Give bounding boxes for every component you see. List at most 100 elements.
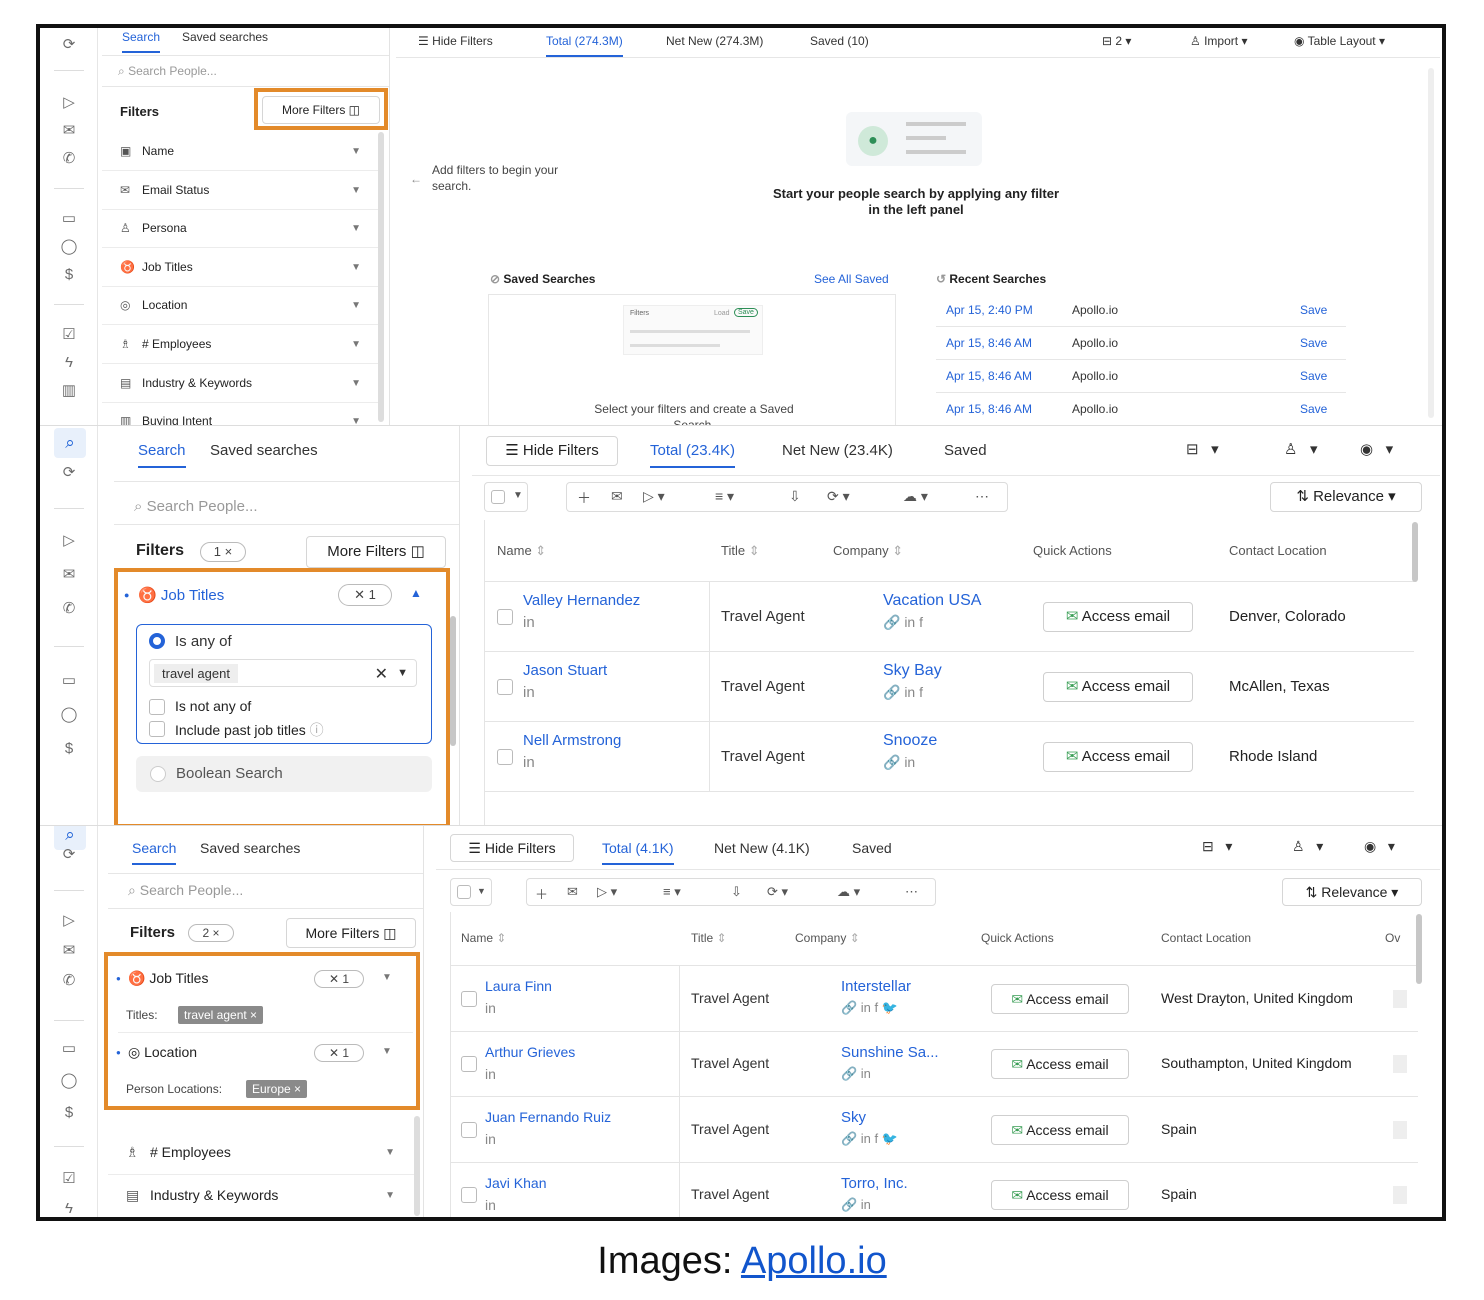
row-checkbox[interactable] [461, 1187, 477, 1204]
phone-icon[interactable]: ✆ [40, 150, 98, 168]
recent-search-row[interactable]: Apr 15, 8:46 AM Apollo.io Save [936, 360, 1346, 393]
sync-icon[interactable]: ⟳ [40, 464, 98, 482]
chevron-down-icon[interactable]: ▼ [351, 378, 361, 389]
tab-net-new[interactable]: Net New (23.4K) [782, 442, 893, 459]
filter-row[interactable]: ▣ Name ▼ [102, 132, 381, 171]
recent-search-row[interactable]: Apr 15, 8:46 AM Apollo.io Save [936, 393, 1346, 425]
chevron-down-icon[interactable]: ▼ [351, 146, 361, 157]
recent-search-row[interactable]: Apr 15, 8:46 AM Apollo.io Save [936, 327, 1346, 360]
phone-icon[interactable]: ✆ [40, 972, 98, 990]
relevance-sort[interactable]: ⇅ Relevance ▾ [1282, 878, 1422, 906]
chevron-down-icon[interactable]: ▼ [351, 223, 361, 234]
mail-icon[interactable]: ✉ [40, 122, 98, 140]
bolt-icon[interactable]: ϟ [40, 354, 98, 372]
mail-icon[interactable]: ✉ [40, 942, 98, 960]
lists-button[interactable]: ⊟ 2 ▾ [1102, 34, 1131, 48]
column-header[interactable]: Name ⇕ [497, 543, 546, 559]
linkedin-icon[interactable]: in [523, 754, 535, 771]
contact-name-link[interactable]: Laura Finn [485, 978, 552, 994]
filter-row[interactable]: ♉ Job Titles ▼ [102, 248, 381, 287]
list-icon[interactable]: ≡ ▾ [663, 884, 681, 900]
access-email-button[interactable]: ✉ Access email [991, 1049, 1129, 1080]
dollar-icon[interactable]: $ [40, 266, 98, 284]
task-icon[interactable]: ☑ [40, 1170, 98, 1188]
linkedin-icon[interactable]: in [523, 614, 535, 631]
dollar-icon[interactable]: $ [40, 1104, 98, 1122]
lists-button[interactable]: ⊟ ▾ [1186, 440, 1219, 458]
chevron-down-icon[interactable]: ▼ [385, 1147, 395, 1158]
hide-filters-button[interactable]: ☰ Hide Filters [486, 436, 618, 466]
task-icon[interactable]: ☑ [40, 326, 98, 344]
search-input[interactable]: ⌕ Search People... [118, 64, 217, 79]
calendar-icon[interactable]: ▭ [40, 672, 98, 690]
calendar-icon[interactable]: ▭ [40, 1040, 98, 1058]
dollar-icon[interactable]: $ [40, 740, 98, 758]
search-input[interactable]: ⌕ Search People... [134, 498, 257, 515]
contact-name-link[interactable]: Javi Khan [485, 1175, 546, 1191]
column-header[interactable]: Name ⇕ [461, 931, 506, 945]
import-button[interactable]: ♙ ▾ [1292, 838, 1323, 855]
tab-search[interactable]: Search [138, 442, 186, 468]
filter-row[interactable]: ♗ # Employees ▼ [108, 1132, 415, 1175]
save-link[interactable]: Save [1300, 303, 1327, 317]
import-button[interactable]: ♙ Import ▾ [1190, 34, 1247, 48]
mail-icon[interactable]: ✉ [40, 566, 98, 584]
company-link[interactable]: Sky [841, 1109, 866, 1126]
sequence-icon[interactable]: ▷ ▾ [597, 884, 617, 900]
apollo-link[interactable]: Apollo.io [741, 1240, 887, 1282]
select-all-dropdown[interactable]: ▼ [484, 482, 528, 512]
company-link[interactable]: Interstellar [841, 978, 911, 995]
company-link[interactable]: Snooze [883, 732, 937, 750]
column-header[interactable]: Title ⇕ [721, 543, 760, 559]
row-checkbox[interactable] [461, 1121, 477, 1138]
cloud-icon[interactable]: ☁ ▾ [837, 884, 860, 900]
search-input[interactable]: ⌕ Search People... [128, 882, 243, 899]
filter-row[interactable]: ▥Buying Intent▼ [108, 1218, 415, 1221]
company-link[interactable]: Sky Bay [883, 662, 942, 680]
access-email-button[interactable]: ✉ Access email [991, 983, 1129, 1014]
export-icon[interactable]: ⇩ [789, 488, 801, 505]
calendar-icon[interactable]: ▭ [40, 210, 98, 228]
list-icon[interactable]: ≡ ▾ [715, 488, 734, 505]
chat-icon[interactable]: ◯ [40, 706, 98, 724]
company-social-links[interactable]: 🔗 in f 🐦 [841, 1000, 898, 1016]
access-email-button[interactable]: ✉ Access email [991, 1114, 1129, 1145]
chevron-down-icon[interactable]: ▼ [385, 1190, 395, 1201]
tab-total[interactable]: Total (23.4K) [650, 442, 736, 468]
linkedin-icon[interactable]: in [485, 1131, 496, 1147]
analytics-icon[interactable]: ▥ [40, 382, 98, 400]
access-email-button[interactable]: ✉ Access email [1043, 672, 1193, 702]
row-checkbox[interactable] [461, 1056, 477, 1073]
chat-icon[interactable]: ◯ [40, 238, 98, 256]
column-header[interactable]: Company ⇕ [795, 931, 860, 945]
row-checkbox[interactable] [497, 679, 513, 695]
chat-icon[interactable]: ◯ [40, 1072, 98, 1090]
phone-icon[interactable]: ✆ [40, 600, 98, 618]
tab-saved-searches[interactable]: Saved searches [182, 30, 268, 44]
company-social-links[interactable]: 🔗 in [841, 1066, 871, 1082]
company-social-links[interactable]: 🔗 in f [883, 684, 923, 701]
more-filters-button[interactable]: More Filters ◫ [306, 536, 446, 568]
sync-icon[interactable]: ⟳ [40, 846, 98, 864]
linkedin-icon[interactable]: in [523, 684, 535, 701]
filter-row[interactable]: ♙ Persona ▼ [102, 209, 381, 249]
import-button[interactable]: ♙ ▾ [1284, 440, 1318, 458]
chevron-down-icon[interactable]: ▼ [351, 416, 361, 425]
filter-row[interactable]: ▤ Industry & Keywords ▼ [102, 364, 381, 403]
linkedin-icon[interactable]: in [485, 1066, 496, 1082]
contact-name-link[interactable]: Nell Armstrong [523, 732, 621, 749]
more-filters-button[interactable]: More Filters ◫ [286, 918, 416, 948]
lists-button[interactable]: ⊟ ▾ [1202, 838, 1232, 855]
tab-net-new[interactable]: Net New (274.3M) [666, 34, 763, 48]
company-link[interactable]: Sunshine Sa... [841, 1044, 939, 1061]
chevron-down-icon[interactable]: ▼ [351, 185, 361, 196]
sync-icon[interactable]: ⟳ [40, 36, 98, 54]
bolt-icon[interactable]: ϟ [40, 1200, 98, 1217]
filter-row[interactable]: ▤ Industry & Keywords ▼ [108, 1175, 415, 1217]
filters-count-badge[interactable]: 2 × [188, 924, 234, 942]
company-social-links[interactable]: 🔗 in [841, 1197, 871, 1213]
contact-name-link[interactable]: Jason Stuart [523, 662, 607, 679]
filter-row[interactable]: ♗ # Employees ▼ [102, 325, 381, 364]
company-social-links[interactable]: 🔗 in f 🐦 [841, 1131, 898, 1147]
contact-name-link[interactable]: Valley Hernandez [523, 592, 640, 609]
